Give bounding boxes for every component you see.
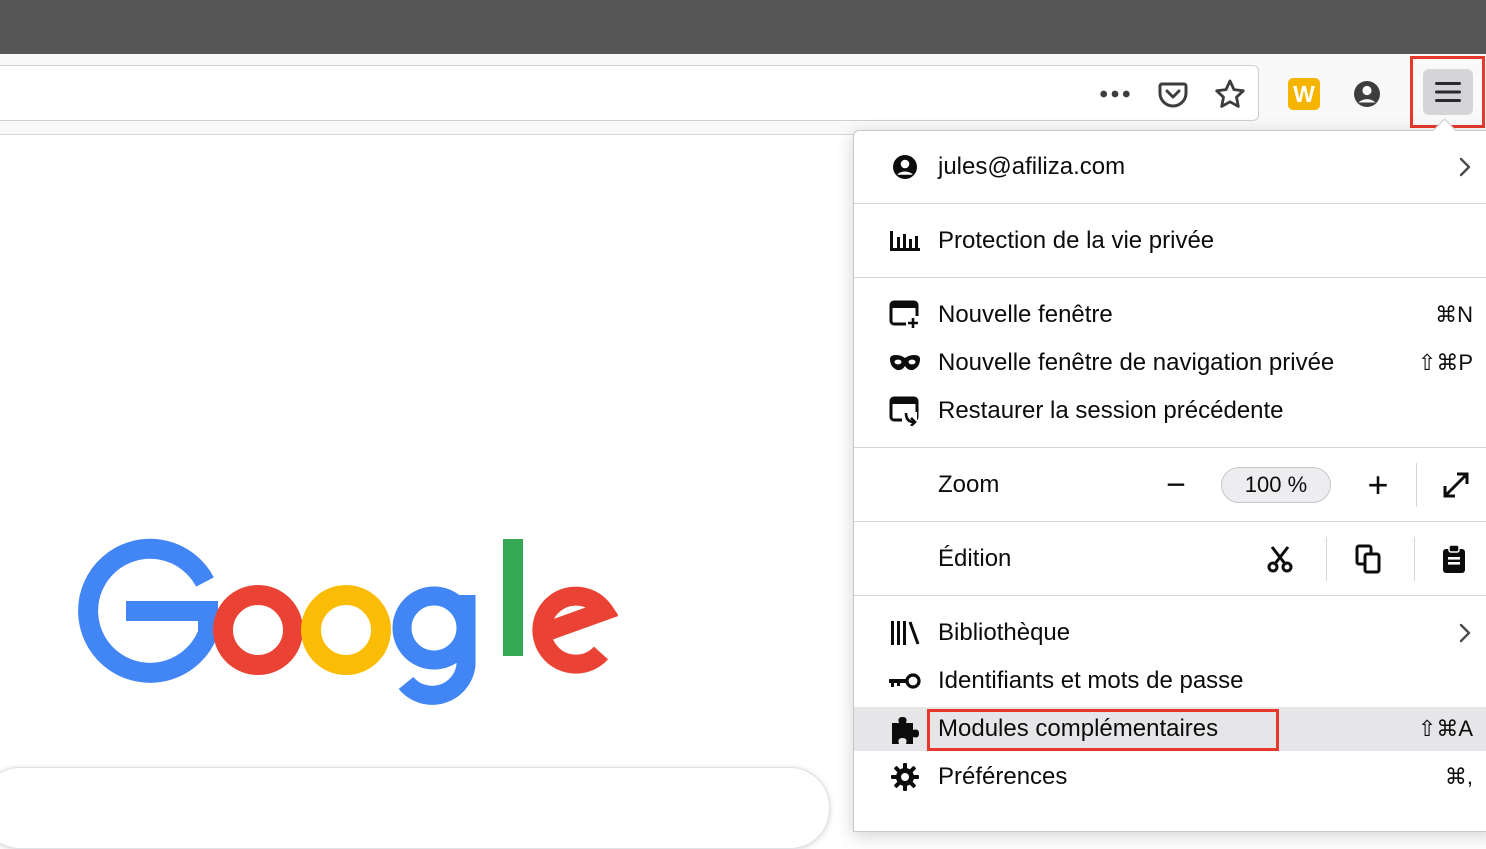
shortcut-label: ⌘N <box>1435 302 1473 327</box>
url-bar[interactable] <box>0 65 1259 121</box>
shortcut-label: ⇧⌘A <box>1417 716 1473 741</box>
plus-icon: + <box>1367 464 1389 505</box>
menu-separator <box>854 277 1486 278</box>
menu-button-highlight <box>1410 56 1485 128</box>
library-icon <box>888 616 922 650</box>
pocket-icon[interactable] <box>1157 78 1189 110</box>
paste-icon[interactable] <box>1434 539 1474 579</box>
bar-chart-icon <box>888 224 922 258</box>
menu-separator <box>854 447 1486 448</box>
minus-icon: − <box>1166 466 1186 504</box>
google-logo <box>78 538 618 705</box>
chevron-right-icon <box>1455 157 1475 177</box>
search-box[interactable] <box>0 767 830 849</box>
vertical-separator <box>1326 537 1327 581</box>
chevron-right-icon <box>1455 623 1475 643</box>
menu-item-label: Restaurer la session précédente <box>938 397 1284 424</box>
menu-item-library[interactable]: Bibliothèque <box>854 611 1486 655</box>
copy-icon[interactable] <box>1348 539 1388 579</box>
key-icon <box>888 664 922 698</box>
menu-item-new-private-window[interactable]: Nouvelle fenêtre de navigation privée ⇧⌘… <box>854 341 1486 385</box>
zoom-label: Zoom <box>938 471 1000 498</box>
browser-toolbar: W <box>0 54 1486 135</box>
cut-icon[interactable] <box>1260 539 1300 579</box>
menu-separator <box>854 521 1486 522</box>
menu-item-logins[interactable]: Identifiants et mots de passe <box>854 659 1486 703</box>
zoom-reset-button[interactable]: 100 % <box>1221 467 1331 503</box>
menu-item-label: Protection de la vie privée <box>938 227 1215 254</box>
menu-separator <box>854 595 1486 596</box>
menu-item-label: jules@afiliza.com <box>938 153 1126 180</box>
fullscreen-icon[interactable] <box>1436 465 1476 505</box>
zoom-in-button[interactable]: + <box>1358 465 1398 505</box>
menu-item-label: Préférences <box>938 763 1068 790</box>
menu-item-new-window[interactable]: Nouvelle fenêtre ⌘N <box>854 293 1486 337</box>
account-icon[interactable] <box>1349 76 1385 112</box>
puzzle-icon <box>888 712 922 746</box>
menu-item-preferences[interactable]: Préférences ⌘, <box>854 755 1486 799</box>
shortcut-label: ⇧⌘P <box>1417 350 1473 375</box>
window-titlebar <box>0 0 1486 54</box>
ellipsis-icon[interactable] <box>1099 78 1131 110</box>
addons-highlight-box <box>927 709 1279 751</box>
edit-label: Édition <box>938 545 1012 572</box>
extension-w-icon[interactable]: W <box>1286 76 1322 112</box>
menu-item-privacy-protections[interactable]: Protection de la vie privée <box>854 219 1486 263</box>
menu-item-label: Nouvelle fenêtre de navigation privée <box>938 349 1335 376</box>
star-icon[interactable] <box>1214 78 1246 110</box>
zoom-out-button[interactable]: − <box>1156 465 1196 505</box>
menu-item-label: Nouvelle fenêtre <box>938 301 1113 328</box>
menu-item-restore-session[interactable]: Restaurer la session précédente <box>854 389 1486 433</box>
extension-w-letter: W <box>1288 78 1320 110</box>
hamburger-icon[interactable] <box>1423 69 1473 115</box>
vertical-separator <box>1416 463 1417 507</box>
menu-item-edit: Édition <box>854 537 1486 581</box>
menu-item-label: Bibliothèque <box>938 619 1071 646</box>
menu-item-zoom: Zoom − 100 % + <box>854 463 1486 507</box>
menu-item-label: Identifiants et mots de passe <box>938 667 1244 694</box>
vertical-separator <box>1414 537 1415 581</box>
account-icon <box>888 150 922 184</box>
menu-separator <box>854 203 1486 204</box>
app-menu-panel: jules@afiliza.com Protection de la vie p… <box>853 118 1486 832</box>
new-window-icon <box>888 298 922 332</box>
private-mask-icon <box>888 346 922 380</box>
menu-item-account[interactable]: jules@afiliza.com <box>854 145 1486 189</box>
restore-session-icon <box>888 394 922 428</box>
gear-icon <box>888 760 922 794</box>
shortcut-label: ⌘, <box>1444 764 1473 789</box>
